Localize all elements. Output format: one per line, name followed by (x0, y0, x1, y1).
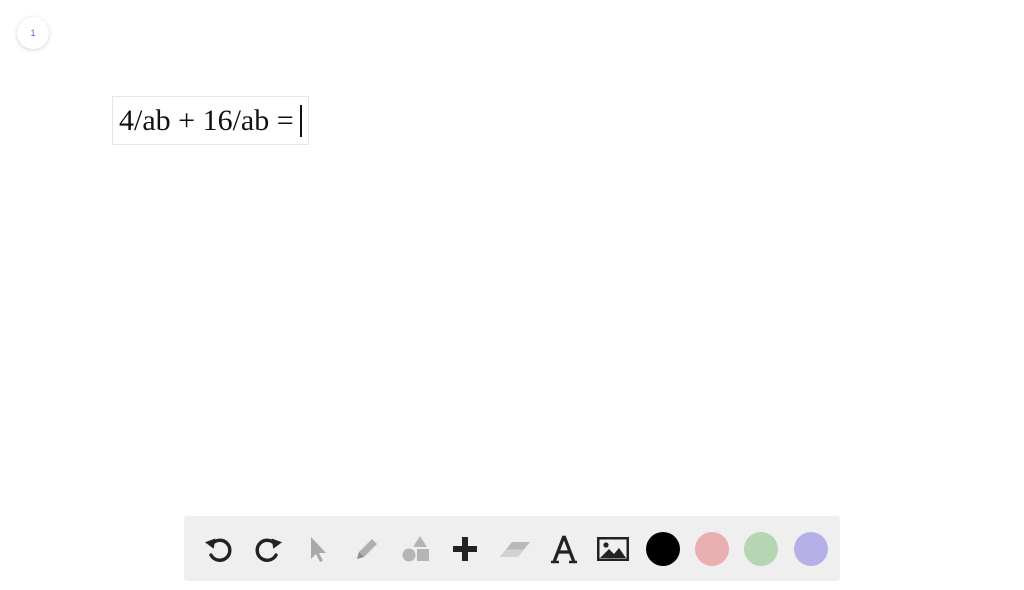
drawing-toolbar (184, 516, 840, 581)
select-tool-button[interactable] (298, 529, 338, 569)
text-tool-button[interactable] (544, 529, 584, 569)
page-number-badge[interactable]: 1 (17, 17, 49, 49)
color-swatch-green (744, 531, 779, 566)
undo-icon (204, 538, 232, 562)
image-icon (597, 536, 630, 561)
color-swatch-red (694, 531, 729, 566)
add-button[interactable] (445, 529, 485, 569)
select-pointer-icon (310, 536, 326, 562)
undo-button[interactable] (199, 529, 239, 569)
plus-icon (453, 536, 478, 561)
whiteboard-canvas[interactable]: 1 4/ab + 16/ab = (0, 0, 1024, 590)
eraser-icon (499, 541, 530, 557)
color-red-button[interactable] (692, 529, 732, 569)
color-swatch-purple (793, 531, 828, 566)
color-green-button[interactable] (741, 529, 781, 569)
math-text-content: 4/ab + 16/ab = (119, 103, 294, 137)
color-purple-button[interactable] (791, 529, 831, 569)
color-swatch-black (645, 531, 680, 566)
redo-icon (255, 538, 283, 562)
redo-button[interactable] (248, 529, 288, 569)
pencil-icon (356, 538, 377, 559)
eraser-tool-button[interactable] (495, 529, 535, 569)
color-black-button[interactable] (643, 529, 683, 569)
text-caret (299, 104, 302, 137)
pencil-tool-button[interactable] (347, 529, 387, 569)
shapes-icon (402, 535, 430, 561)
image-tool-button[interactable] (593, 529, 633, 569)
shapes-tool-button[interactable] (396, 529, 436, 569)
page-number: 1 (30, 28, 36, 38)
text-tool-icon (551, 534, 578, 563)
math-text-input[interactable]: 4/ab + 16/ab = (112, 96, 309, 145)
